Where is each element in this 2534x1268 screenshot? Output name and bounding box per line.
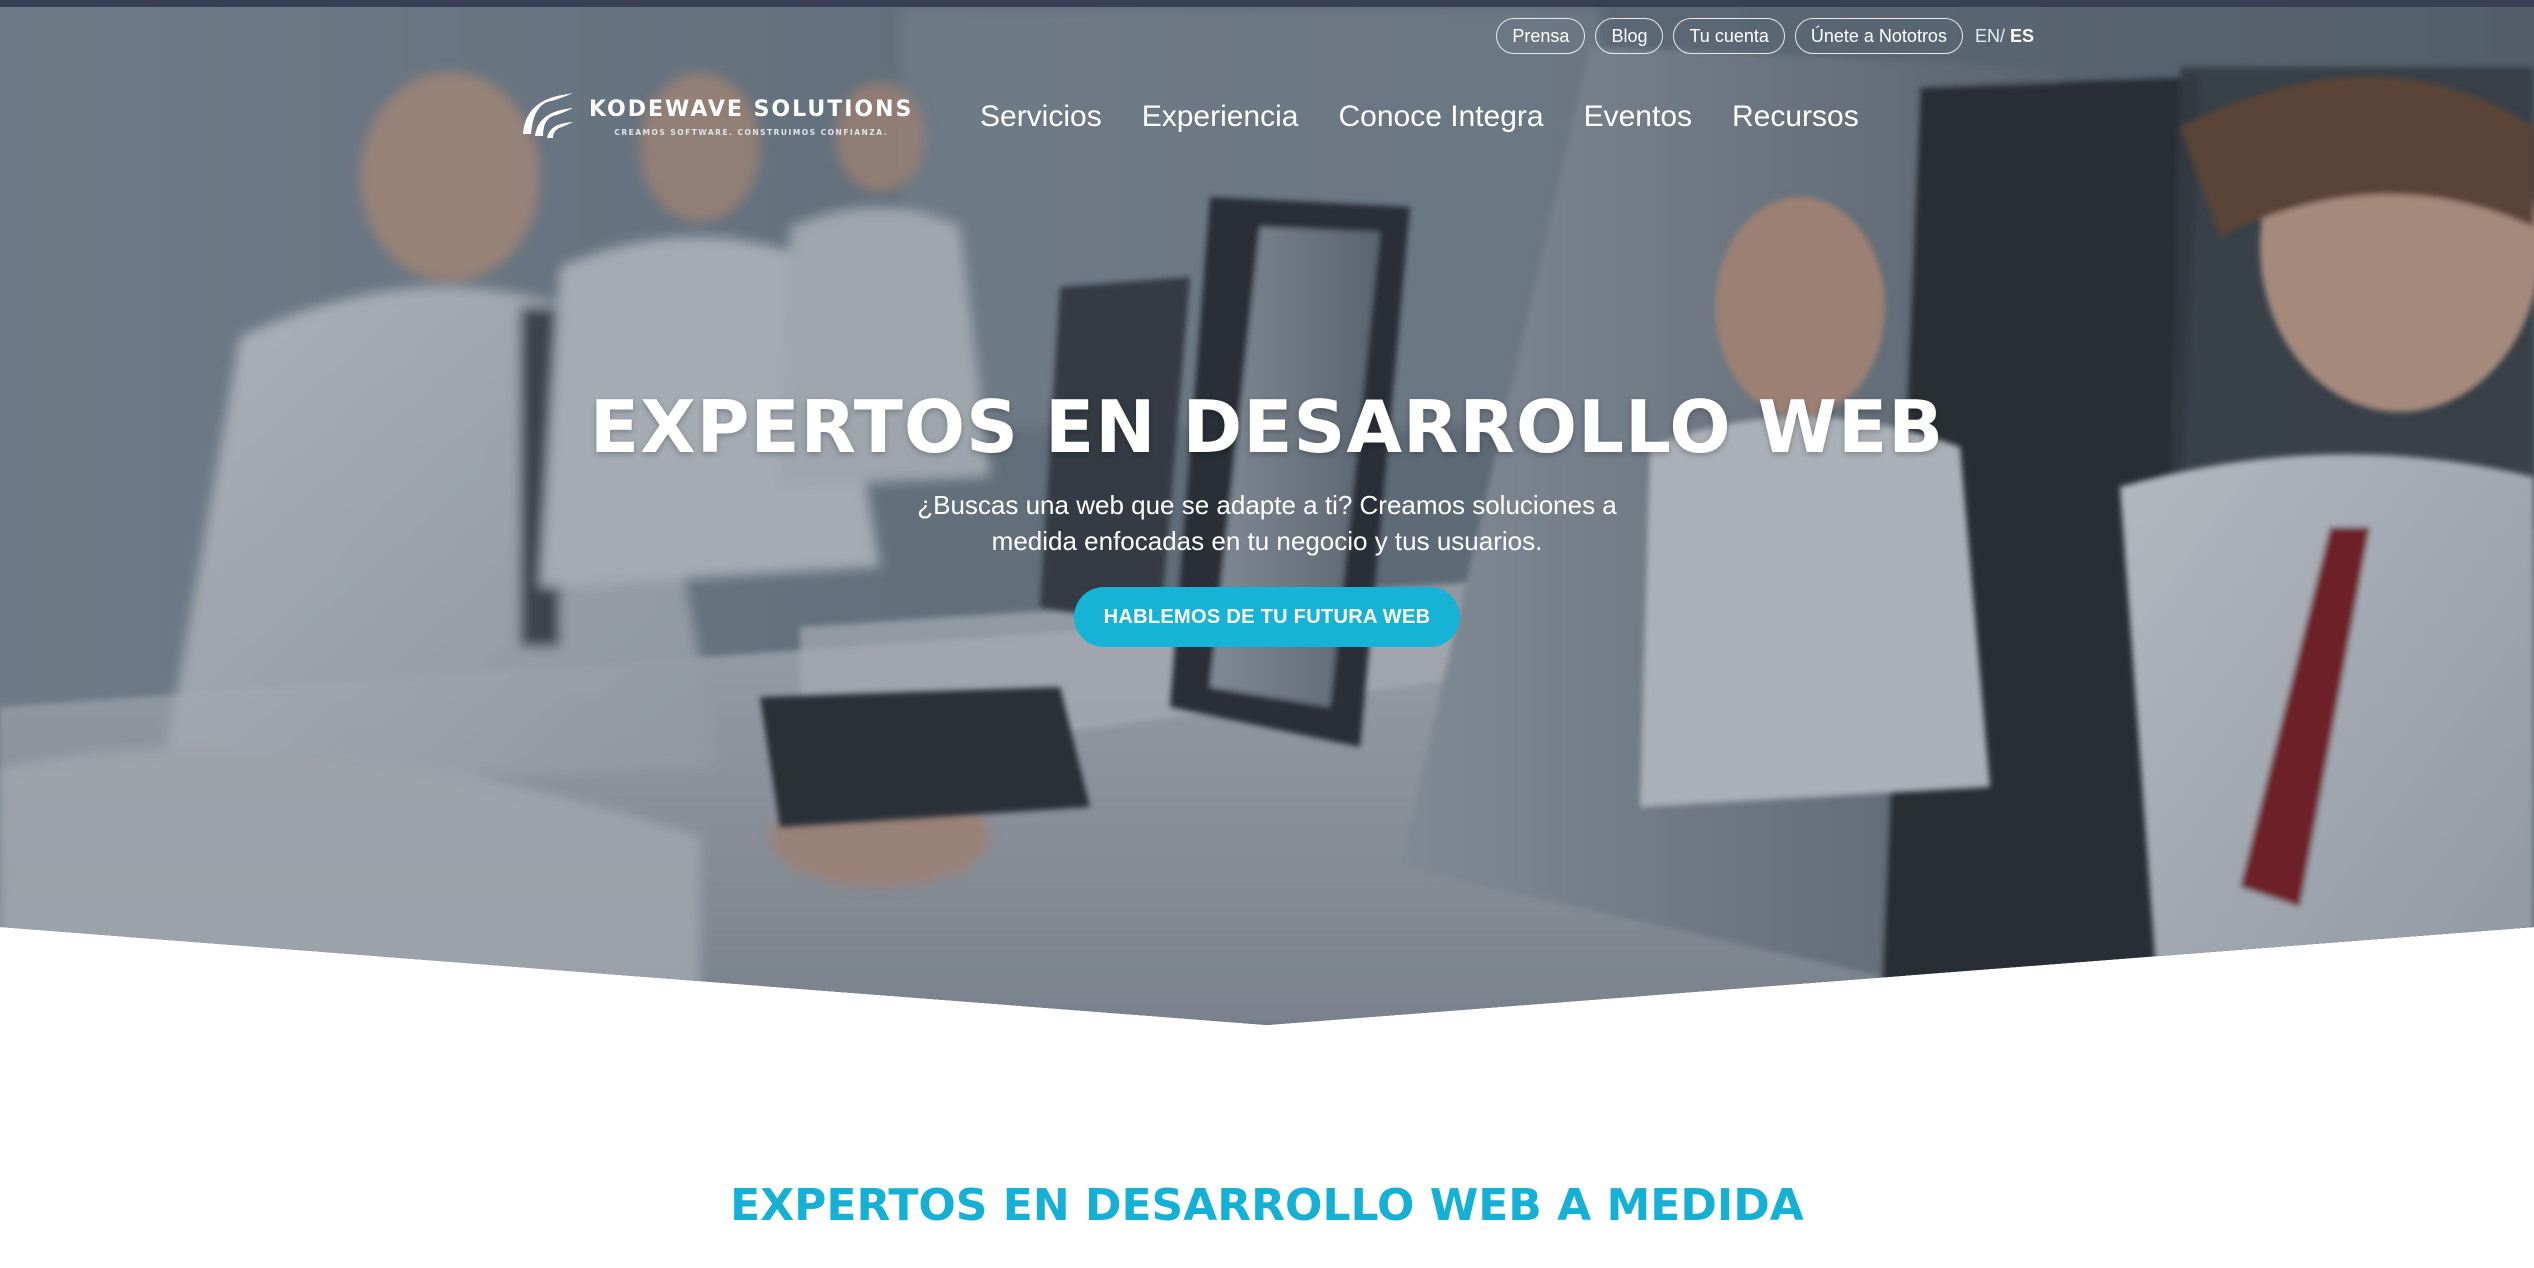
utility-nav: Prensa Blog Tu cuenta Únete a Nototros E… <box>1496 18 2034 54</box>
nav-conoce-integra[interactable]: Conoce Integra <box>1338 100 1543 134</box>
logo-tagline: CREAMOS SOFTWARE. CONSTRUIMOS CONFIANZA. <box>614 128 889 137</box>
section-title: EXPERTOS EN DESARROLLO WEB A MEDIDA <box>730 1180 1804 1231</box>
press-link[interactable]: Prensa <box>1496 18 1586 54</box>
top-strip <box>0 0 2534 7</box>
account-link[interactable]: Tu cuenta <box>1673 18 1785 54</box>
hero-subtitle: ¿Buscas una web que se adapte a ti? Crea… <box>917 490 1617 556</box>
join-us-link[interactable]: Únete a Nototros <box>1794 18 1963 54</box>
hero-content: EXPERTOS EN DESARROLLO WEB ¿Buscas una w… <box>0 385 2534 647</box>
language-switcher: EN/ ES <box>1975 26 2034 47</box>
logo[interactable]: KODEWAVE SOLUTIONS CREAMOS SOFTWARE. CON… <box>517 90 913 144</box>
lang-en-link[interactable]: EN/ <box>1975 26 2005 46</box>
nav-servicios[interactable]: Servicios <box>980 100 1102 134</box>
main-nav: Servicios Experiencia Conoce Integra Eve… <box>980 100 1859 134</box>
nav-experiencia[interactable]: Experiencia <box>1142 100 1299 134</box>
blog-link[interactable]: Blog <box>1595 18 1664 54</box>
lang-es-link[interactable]: ES <box>2010 26 2034 46</box>
cta-button[interactable]: HABLEMOS DE TU FUTURA WEB <box>1073 587 1461 647</box>
logo-name: KODEWAVE SOLUTIONS <box>589 97 914 122</box>
hero-title: EXPERTOS EN DESARROLLO WEB <box>589 385 1945 469</box>
nav-eventos[interactable]: Eventos <box>1584 100 1692 134</box>
nav-recursos[interactable]: Recursos <box>1732 100 1859 134</box>
logo-wave-icon <box>523 93 573 138</box>
